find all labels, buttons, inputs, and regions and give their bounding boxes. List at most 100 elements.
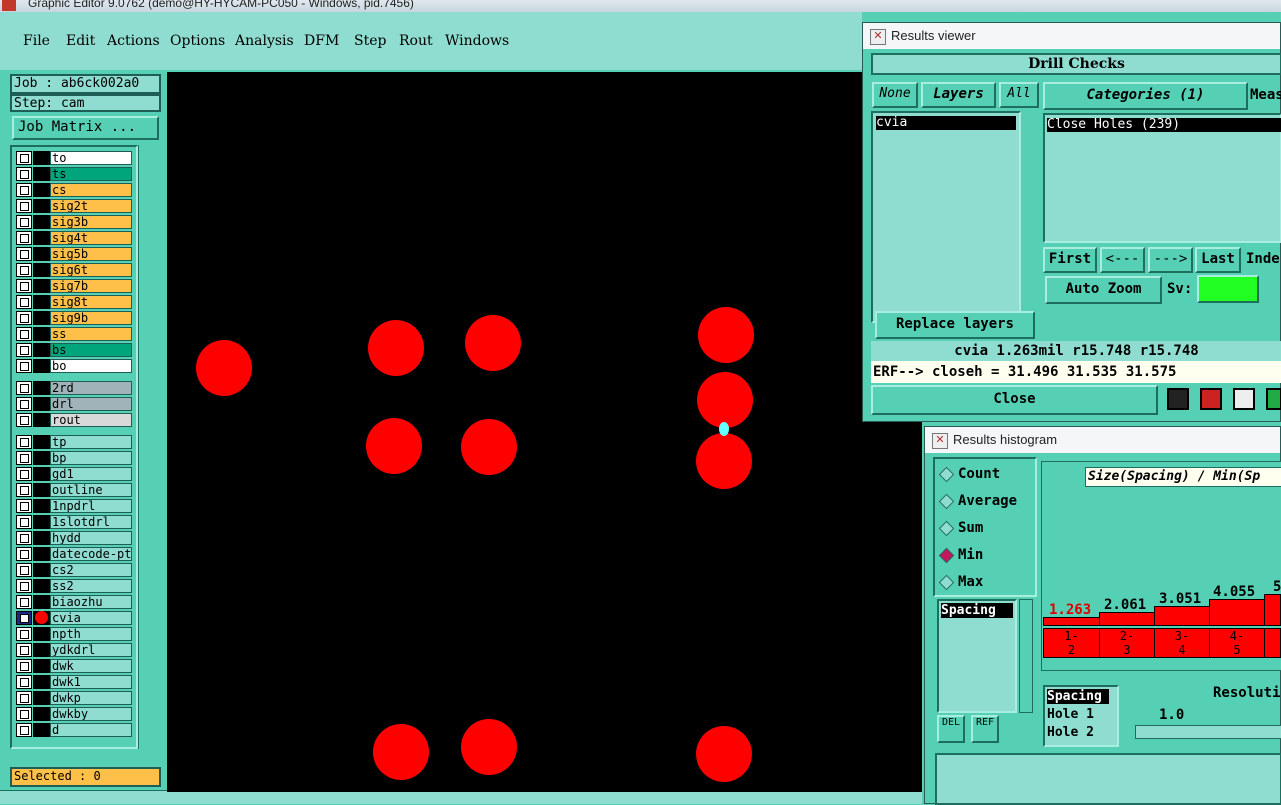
layer-color-swatch[interactable] [33, 311, 50, 325]
layer-name[interactable]: bo [50, 359, 132, 373]
menu-actions[interactable]: Actions [107, 33, 160, 49]
layer-checkbox[interactable] [16, 167, 32, 181]
resolution-slider[interactable] [1135, 725, 1281, 739]
layer-name[interactable]: biaozhu [50, 595, 132, 609]
menu-edit[interactable]: Edit [66, 33, 95, 49]
layer-checkbox[interactable] [16, 183, 32, 197]
auto-zoom-menu[interactable]: Auto Zoom [1045, 276, 1162, 304]
layer-color-swatch[interactable] [33, 413, 50, 427]
drill-hole-pad[interactable] [696, 726, 752, 782]
layer-name[interactable]: cs [50, 183, 132, 197]
layers-none-button[interactable]: None [872, 82, 918, 108]
layer-name[interactable]: ss2 [50, 579, 132, 593]
layer-row[interactable]: dwk [16, 659, 134, 673]
layer-row[interactable]: drl [16, 397, 134, 411]
sum-option[interactable]: Sum [958, 520, 983, 536]
layer-checkbox[interactable] [16, 451, 32, 465]
layer-checkbox[interactable] [16, 381, 32, 395]
layer-checkbox[interactable] [16, 611, 32, 625]
layer-checkbox[interactable] [16, 343, 32, 357]
layer-row[interactable]: npth [16, 627, 134, 641]
layer-row[interactable]: cs2 [16, 563, 134, 577]
layer-color-swatch[interactable] [33, 183, 50, 197]
prev-button[interactable]: <--- [1100, 247, 1145, 273]
menu-dfm[interactable]: DFM [304, 33, 339, 49]
layer-row[interactable]: sig3b [16, 215, 134, 229]
layer-row[interactable]: outline [16, 483, 134, 497]
layer-checkbox[interactable] [16, 483, 32, 497]
layer-name[interactable]: npth [50, 627, 132, 641]
layer-row[interactable]: dwkp [16, 691, 134, 705]
layer-name[interactable]: sig5b [50, 247, 132, 261]
count-option[interactable]: Count [958, 466, 1000, 482]
drill-hole-pad[interactable] [461, 419, 517, 475]
layer-color-swatch[interactable] [33, 359, 50, 373]
layer-name[interactable]: sig4t [50, 231, 132, 245]
layer-row[interactable]: sig6t [16, 263, 134, 277]
layer-checkbox[interactable] [16, 295, 32, 309]
layer-checkbox[interactable] [16, 659, 32, 673]
replace-layers-menu[interactable]: Replace layers [875, 311, 1035, 339]
layer-name[interactable]: sig9b [50, 311, 132, 325]
layer-checkbox[interactable] [16, 643, 32, 657]
erf-icon[interactable] [1233, 388, 1255, 410]
layer-name[interactable]: sig7b [50, 279, 132, 293]
layer-color-swatch[interactable] [33, 531, 50, 545]
histogram-param-item[interactable]: Spacing [941, 603, 1013, 618]
first-button[interactable]: First [1043, 247, 1097, 273]
layer-checkbox[interactable] [16, 247, 32, 261]
drill-hole-pad[interactable] [697, 372, 753, 428]
layer-row[interactable]: biaozhu [16, 595, 134, 609]
layer-row[interactable]: sig8t [16, 295, 134, 309]
layer-name[interactable]: tp [50, 435, 132, 449]
layer-row[interactable]: sig9b [16, 311, 134, 325]
layer-name[interactable]: datecode-pte [50, 547, 132, 561]
drill-hole-pad[interactable] [465, 315, 521, 371]
layer-name[interactable]: drl [50, 397, 132, 411]
layer-row[interactable]: dwkby [16, 707, 134, 721]
drill-hole-pad[interactable] [698, 307, 754, 363]
layer-checkbox[interactable] [16, 627, 32, 641]
attr-hole2-item[interactable]: Hole 2 [1047, 725, 1094, 740]
layer-color-swatch[interactable] [33, 151, 50, 165]
layer-checkbox[interactable] [16, 675, 32, 689]
layer-checkbox[interactable] [16, 579, 32, 593]
light-icon[interactable] [1167, 388, 1189, 410]
layer-color-swatch[interactable] [33, 435, 50, 449]
layer-row[interactable]: 1slotdrl [16, 515, 134, 529]
histogram-param-list[interactable]: Spacing [937, 599, 1017, 713]
layer-checkbox[interactable] [16, 531, 32, 545]
layer-name[interactable]: 1slotdrl [50, 515, 132, 529]
layer-row[interactable]: sig5b [16, 247, 134, 261]
layer-name[interactable]: bp [50, 451, 132, 465]
sv-color-picker[interactable] [1197, 275, 1259, 303]
layer-checkbox[interactable] [16, 435, 32, 449]
histogram-bin[interactable]: 4- 5 [1209, 628, 1265, 658]
layer-row[interactable]: datecode-pte [16, 547, 134, 561]
layer-color-swatch[interactable] [33, 397, 50, 411]
last-button[interactable]: Last [1195, 247, 1241, 273]
layer-checkbox[interactable] [16, 359, 32, 373]
layer-color-swatch[interactable] [33, 659, 50, 673]
menu-windows[interactable]: Windows [445, 33, 509, 49]
category-list[interactable]: Close Holes (239) [1043, 113, 1281, 243]
layer-checkbox[interactable] [16, 311, 32, 325]
drill-hole-pad[interactable] [366, 418, 422, 474]
layer-row[interactable]: d [16, 723, 134, 737]
layer-checkbox[interactable] [16, 231, 32, 245]
histogram-bin[interactable]: 3- 4 [1154, 628, 1210, 658]
layer-name[interactable]: sig3b [50, 215, 132, 229]
average-option[interactable]: Average [958, 493, 1017, 509]
layer-checkbox[interactable] [16, 499, 32, 513]
layer-row[interactable]: sig4t [16, 231, 134, 245]
layer-name[interactable]: cvia [50, 611, 132, 625]
layer-color-swatch[interactable] [33, 467, 50, 481]
menu-file[interactable]: File [23, 33, 50, 49]
layer-row[interactable]: sig7b [16, 279, 134, 293]
histogram-ref-button[interactable]: REF [971, 715, 999, 743]
layer-row[interactable]: sig2t [16, 199, 134, 213]
layer-name[interactable]: hydd [50, 531, 132, 545]
layer-list-scrollbar[interactable] [138, 145, 162, 749]
layer-color-swatch[interactable] [33, 167, 50, 181]
layer-name[interactable]: sig2t [50, 199, 132, 213]
